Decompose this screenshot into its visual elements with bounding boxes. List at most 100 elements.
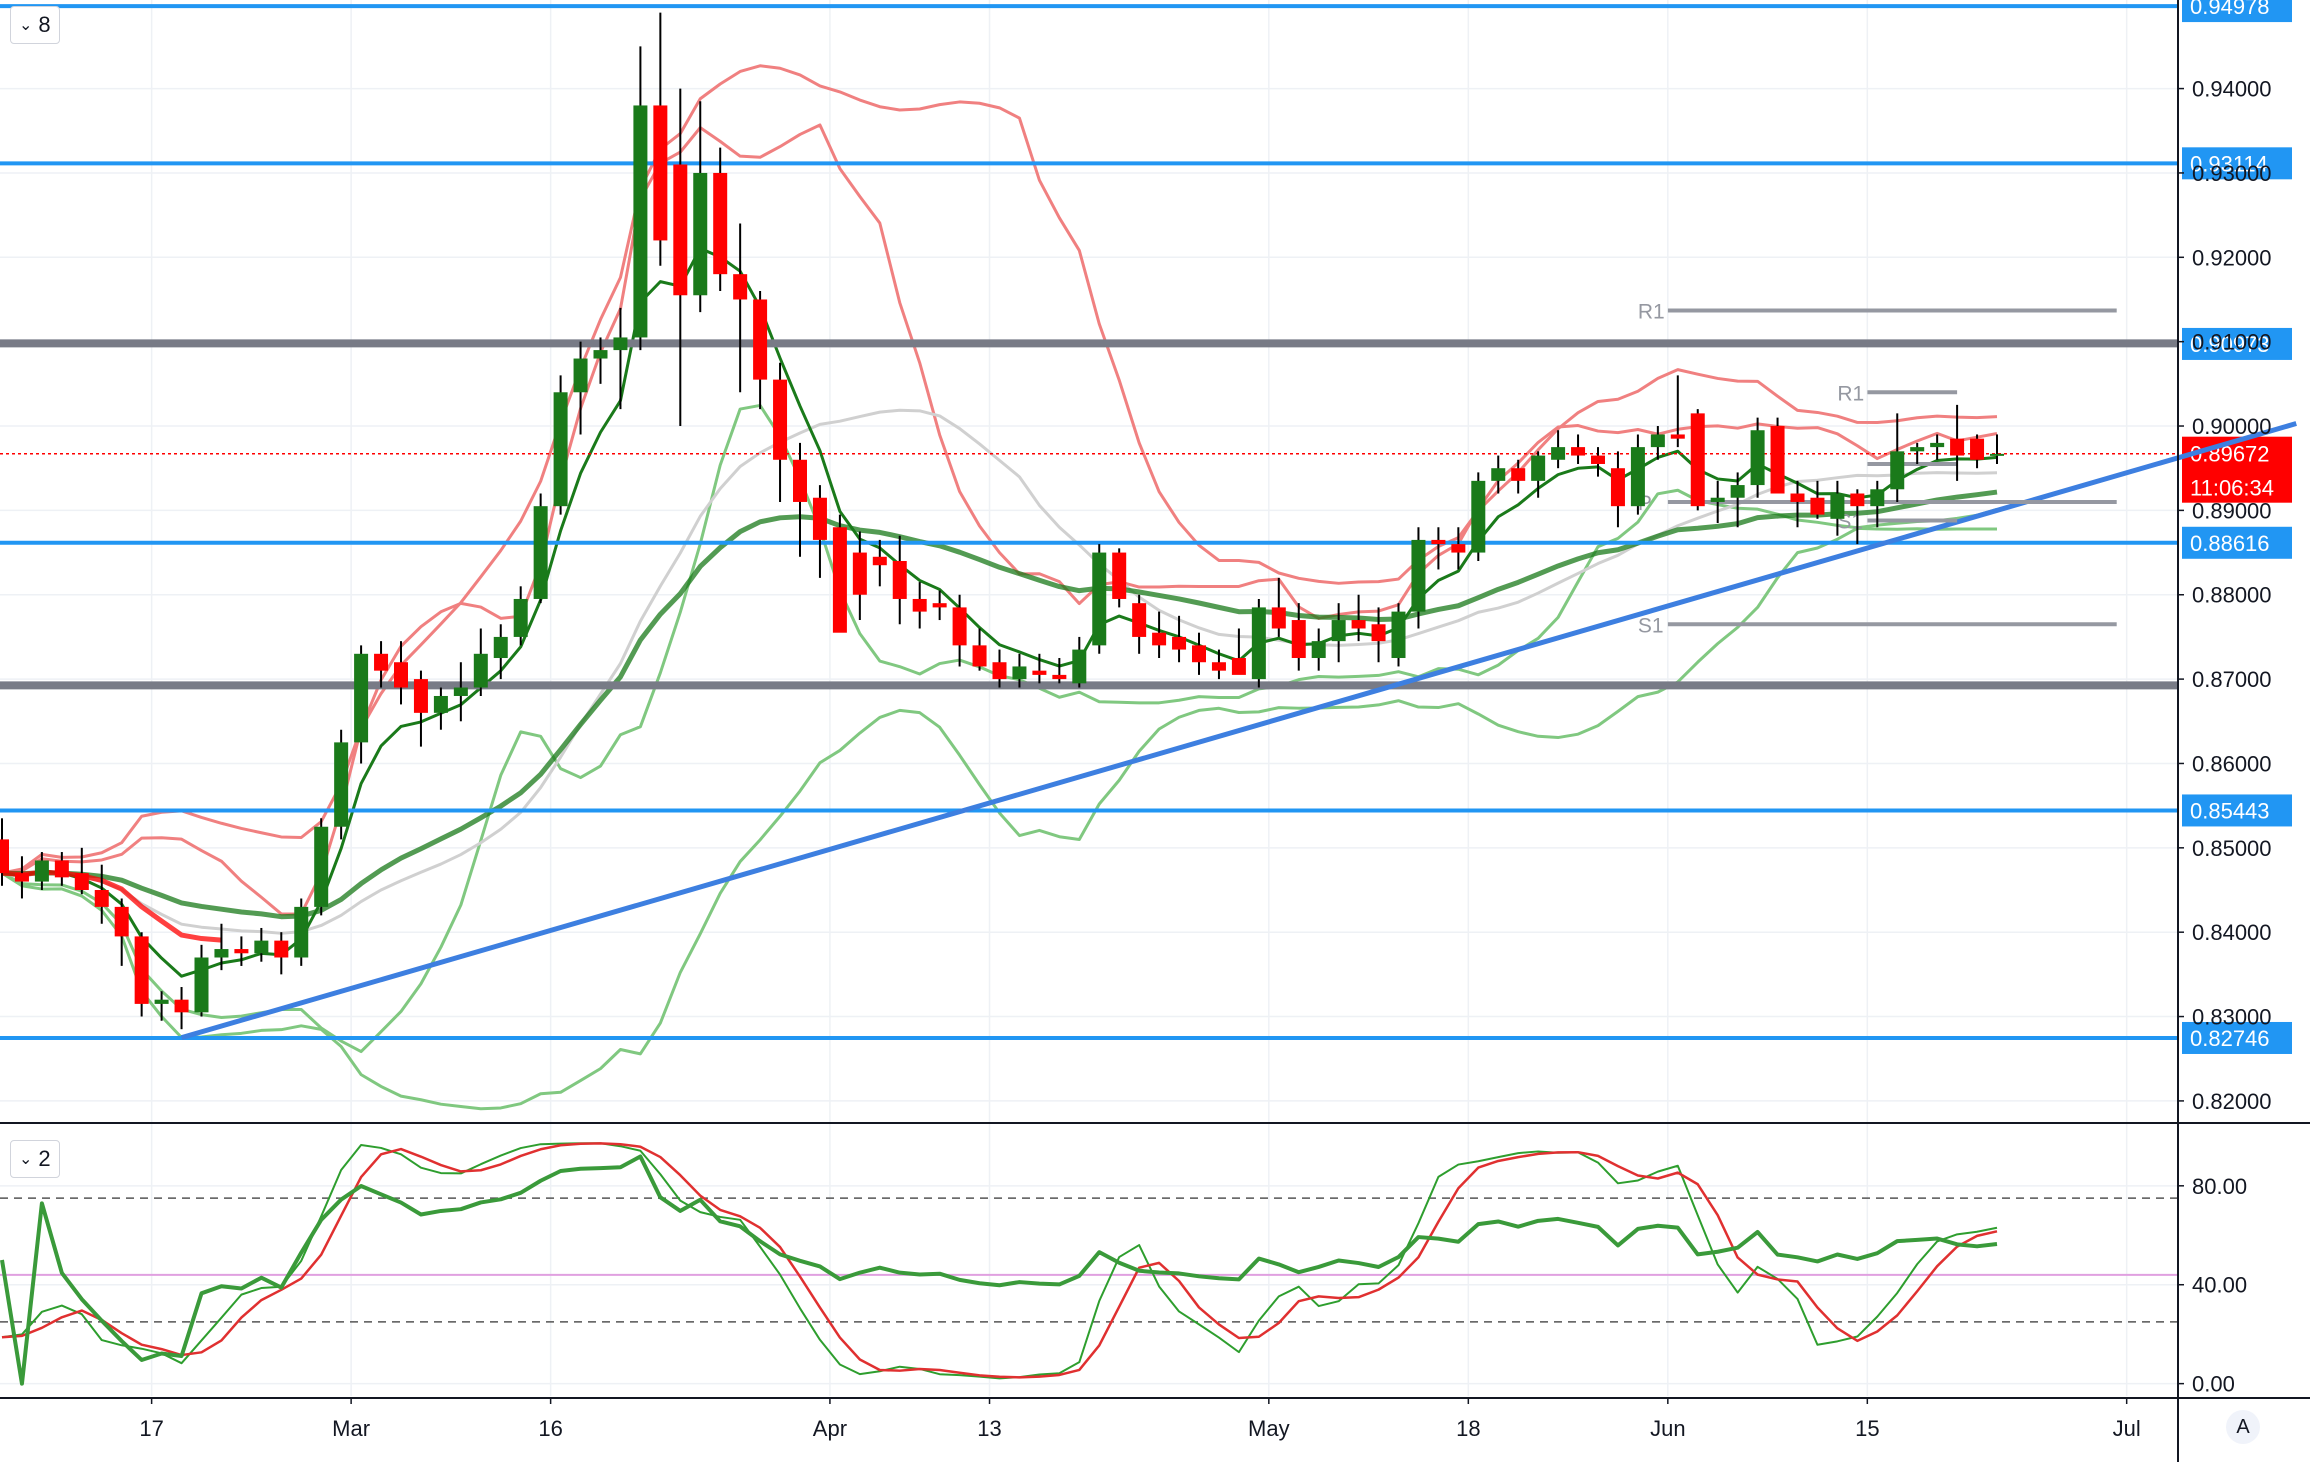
candle-up	[433, 695, 448, 713]
osc-tick-label: 0.00	[2192, 1372, 2235, 1397]
price-tag-label: 0.82746	[2190, 1026, 2270, 1051]
candle-down	[1052, 674, 1067, 680]
candle-down	[1610, 468, 1625, 507]
auto-scale-button[interactable]: A	[2226, 1410, 2260, 1444]
candle-down	[812, 497, 827, 540]
candle-up	[553, 392, 568, 507]
time-tick-label: 17	[139, 1416, 163, 1441]
candle-up	[1990, 453, 2004, 456]
candle-up	[1531, 455, 1546, 481]
osc-tick-label: 40.00	[2192, 1273, 2247, 1298]
candle-down	[1970, 438, 1985, 460]
price-tick-label: 0.84000	[2192, 920, 2272, 945]
candle-down	[114, 906, 129, 937]
candle-down	[1850, 493, 1865, 507]
last-price-label: 0.89672	[2190, 442, 2270, 467]
main-pane-indicator-button[interactable]: ⌄ 8	[10, 6, 60, 44]
candle-up	[334, 742, 349, 827]
price-tick-label: 0.89000	[2192, 498, 2272, 523]
candle-down	[1371, 624, 1386, 642]
candle-down	[374, 653, 389, 671]
candle-up	[34, 860, 49, 882]
time-tick-label: Mar	[332, 1416, 370, 1441]
bollinger-lower-outer-line	[1, 526, 1998, 1111]
candle-down	[1810, 497, 1825, 515]
candle-down	[1690, 413, 1705, 507]
candle-down	[1770, 426, 1785, 494]
candle-up	[1411, 539, 1426, 612]
price-tag-label: 0.88616	[2190, 531, 2270, 556]
candle-up	[633, 105, 648, 338]
candle-up	[154, 999, 169, 1004]
candle-down	[832, 527, 847, 633]
candle-down	[1431, 539, 1446, 545]
chevron-down-icon: ⌄	[19, 17, 33, 34]
candle-up	[1092, 552, 1107, 646]
candle-down	[394, 662, 408, 688]
candle-down	[1132, 603, 1147, 637]
osc-pane-indicator-count: 2	[38, 1146, 51, 1171]
price-tick-label: 0.91000	[2192, 330, 2272, 355]
candle-down	[892, 561, 907, 599]
price-tick-label: 0.85000	[2192, 836, 2272, 861]
time-tick-label: 13	[977, 1416, 1001, 1441]
slow-ema-line	[1, 489, 1998, 920]
pivot-label: R1	[1638, 300, 1665, 323]
candle-up	[1650, 434, 1665, 448]
candle-down	[1291, 620, 1306, 659]
trendline-layer[interactable]	[180, 421, 2297, 1041]
time-tick-label: May	[1248, 1416, 1290, 1441]
osc-pane-indicator-button[interactable]: ⌄ 2	[10, 1140, 60, 1178]
candle-up	[1251, 607, 1266, 680]
candle-down	[1950, 438, 1965, 456]
candle-up	[693, 172, 708, 296]
fast-ema-line	[1, 246, 1998, 978]
candle-up	[1551, 447, 1566, 460]
candle-down	[793, 459, 807, 502]
candle-down	[1271, 607, 1286, 629]
candle-down	[0, 839, 9, 874]
candle-up	[573, 358, 588, 393]
candle-down	[1790, 493, 1805, 502]
candle-up	[1890, 451, 1905, 490]
candle-up	[294, 906, 309, 958]
candle-down	[713, 172, 728, 275]
time-tick-label: 16	[538, 1416, 562, 1441]
price-tick-label: 0.93000	[2192, 161, 2272, 186]
candle-up	[593, 350, 608, 359]
price-tick-label: 0.87000	[2192, 667, 2272, 692]
candle-up	[473, 653, 488, 688]
time-tick-label: Jun	[1650, 1416, 1685, 1441]
candle-up	[1730, 485, 1745, 498]
candle-down	[1032, 670, 1047, 675]
price-tick-label: 0.82000	[2192, 1089, 2272, 1114]
candle-down	[912, 598, 927, 612]
candle-up	[1331, 620, 1346, 642]
candle-up	[1491, 468, 1506, 481]
candle-down	[413, 679, 428, 713]
price-tick-label: 0.94000	[2192, 77, 2272, 102]
candle-up	[613, 337, 628, 351]
candle-up	[354, 653, 369, 743]
price-tick-label: 0.86000	[2192, 751, 2272, 776]
candle-down	[653, 105, 668, 241]
candle-down	[1571, 447, 1586, 456]
candle-up	[1930, 442, 1945, 448]
candle-up	[1471, 480, 1486, 553]
candle-up	[493, 636, 508, 659]
candle-up	[1012, 666, 1027, 680]
candle-down	[1451, 544, 1466, 553]
candle-up	[1870, 489, 1885, 507]
candle-down	[1511, 468, 1526, 481]
candle-down	[234, 949, 249, 954]
candle-down	[1670, 434, 1685, 439]
candle-down	[174, 999, 189, 1013]
candle-down	[992, 662, 1007, 680]
time-tick-label: Jul	[2113, 1416, 2141, 1441]
candle-down	[972, 645, 987, 667]
price-tick-label: 0.92000	[2192, 245, 2272, 270]
rsi-line	[0, 1154, 1998, 1386]
candle-down	[1172, 636, 1187, 650]
chart-canvas[interactable]: 0.949780.931140.909730.886160.854430.827…	[0, 0, 2310, 1462]
candle-up	[254, 940, 269, 954]
